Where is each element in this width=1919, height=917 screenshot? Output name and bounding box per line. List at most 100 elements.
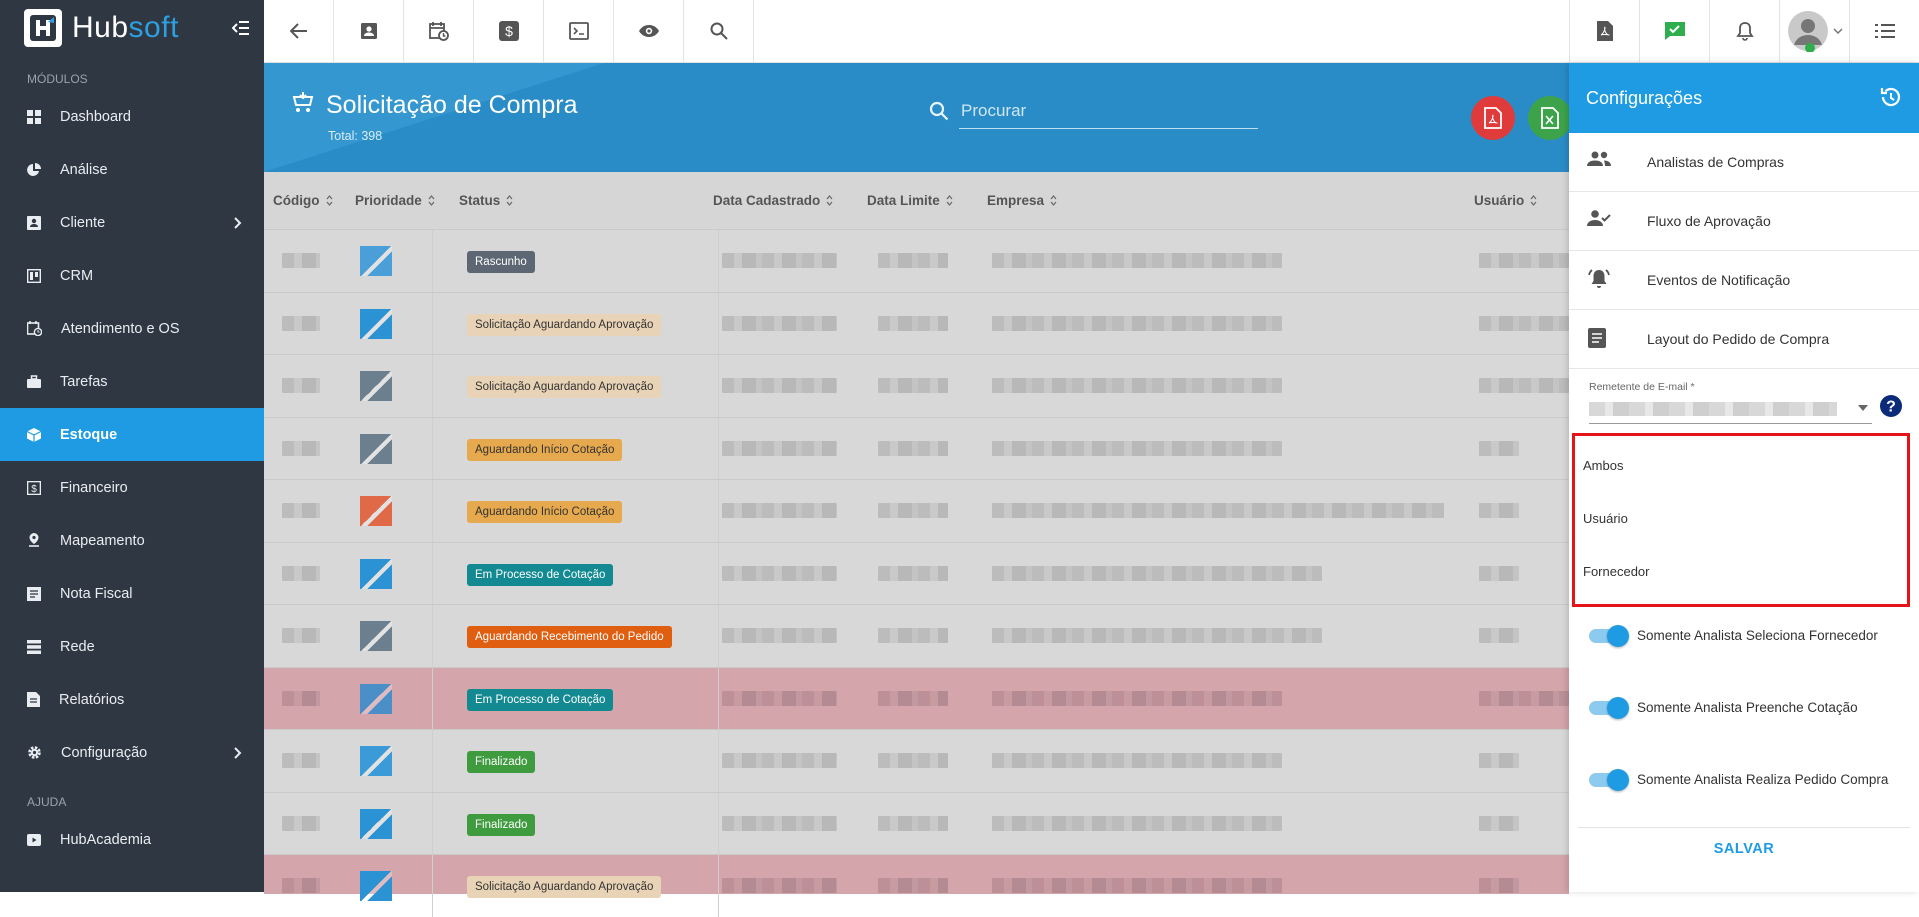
table-row[interactable]: Em Processo de Cotação: [264, 541, 1569, 605]
list-menu-button[interactable]: [1849, 0, 1919, 62]
table-row[interactable]: Solicitação Aguardando Aprovação: [264, 291, 1569, 355]
column-header-data-limite[interactable]: Data Limite: [867, 193, 953, 208]
sidebar-item-label: Configuração: [61, 744, 148, 761]
option-fornecedor[interactable]: Fornecedor: [1583, 564, 1649, 579]
sidebar-item-label: Cliente: [60, 214, 106, 231]
toggle-preenche-cotacao[interactable]: [1589, 696, 1629, 719]
search-icon: [710, 22, 728, 40]
section-modules: MÓDULOS: [27, 72, 88, 86]
toggle-row-preenche-cotacao: Somente Analista Preenche Cotação: [1589, 696, 1858, 719]
redacted-code: [282, 503, 320, 518]
sidebar-item-crm[interactable]: CRM: [0, 249, 264, 302]
table-row[interactable]: Finalizado: [264, 729, 1569, 792]
column-label: Prioridade: [355, 193, 422, 208]
redacted-date-limite: [878, 628, 948, 643]
sidebar-item-mapeamento[interactable]: Mapeamento: [0, 514, 264, 567]
sidebar-item-cliente[interactable]: Cliente: [0, 196, 264, 249]
export-excel-button[interactable]: [1528, 96, 1569, 140]
export-pdf-button[interactable]: [1471, 96, 1515, 140]
cell-divider: [718, 542, 719, 605]
redacted-date-limite: [878, 878, 948, 893]
column-header-usuario[interactable]: Usuário: [1474, 193, 1537, 208]
table-row[interactable]: Solicitação Aguardando Aprovação: [264, 354, 1569, 417]
sidebar-item-atendimento[interactable]: Atendimento e OS: [0, 302, 264, 355]
column-header-status[interactable]: Status: [459, 193, 513, 208]
search-button[interactable]: [684, 0, 754, 62]
money-icon: $: [27, 480, 41, 495]
dashboard-icon: [27, 109, 41, 124]
sidebar-item-financeiro[interactable]: $ Financeiro: [0, 461, 264, 514]
table-row[interactable]: Solicitação Aguardando Aprovação: [264, 854, 1569, 917]
back-button[interactable]: [264, 0, 334, 62]
sidebar-item-estoque[interactable]: Estoque: [0, 408, 264, 461]
table-row[interactable]: Aguardando Início Cotação: [264, 416, 1569, 480]
priority-indicator: [360, 683, 392, 714]
terminal-button[interactable]: [544, 0, 614, 62]
sidebar-item-rede[interactable]: Rede: [0, 620, 264, 673]
menu-fluxo-aprovacao[interactable]: Fluxo de Aprovação: [1569, 192, 1919, 251]
sidebar-item-relatorios[interactable]: Relatórios: [0, 673, 264, 726]
sidebar-item-label: Rede: [60, 638, 95, 655]
history-icon[interactable]: [1879, 85, 1903, 109]
table-row[interactable]: Aguardando Início Cotação: [264, 479, 1569, 542]
priority-indicator: [360, 308, 392, 339]
status-badge: Aguardando Início Cotação: [467, 501, 623, 523]
finance-button[interactable]: $: [474, 0, 544, 62]
chevron-right-icon: [234, 746, 242, 759]
column-header-data-cadastrado[interactable]: Data Cadastrado: [713, 193, 833, 208]
table-row[interactable]: Em Processo de Cotação: [264, 666, 1569, 730]
sidebar-item-nota-fiscal[interactable]: Nota Fiscal: [0, 567, 264, 620]
table-row[interactable]: Aguardando Recebimento do Pedido: [264, 604, 1569, 667]
redacted-empresa: [992, 440, 1282, 456]
menu-eventos-notificacao[interactable]: Eventos de Notificação: [1569, 251, 1919, 310]
save-button[interactable]: SALVAR: [1569, 841, 1919, 857]
priority-indicator: [360, 371, 392, 401]
email-sender-select[interactable]: Remetente de E-mail * ?: [1569, 369, 1919, 439]
sidebar-item-dashboard[interactable]: Dashboard: [0, 90, 264, 143]
sort-icon: [506, 195, 513, 206]
divider: [1578, 827, 1910, 828]
schedule-button[interactable]: [404, 0, 474, 62]
column-header-empresa[interactable]: Empresa: [987, 193, 1057, 208]
toggle-row-seleciona-fornecedor: Somente Analista Seleciona Fornecedor: [1589, 624, 1878, 647]
menu-analistas-compras[interactable]: Analistas de Compras: [1569, 133, 1919, 192]
redacted-empresa: [992, 565, 1322, 581]
sidebar-item-configuracao[interactable]: Configuração: [0, 726, 264, 779]
sort-icon: [826, 195, 833, 206]
cell-divider: [432, 605, 433, 667]
column-header-prioridade[interactable]: Prioridade: [355, 193, 435, 208]
sidebar-item-tarefas[interactable]: Tarefas: [0, 355, 264, 408]
option-ambos[interactable]: Ambos: [1583, 458, 1623, 473]
table-row[interactable]: Rascunho: [264, 229, 1569, 292]
logo[interactable]: Hubsoft: [0, 0, 264, 56]
status-badge: Aguardando Início Cotação: [467, 438, 623, 461]
messages-button[interactable]: [1639, 0, 1709, 62]
cell-divider: [432, 730, 433, 792]
view-button[interactable]: [614, 0, 684, 62]
user-menu-button[interactable]: [1779, 0, 1849, 62]
sidebar-item-label: HubAcademia: [60, 831, 152, 848]
priority-indicator: [360, 746, 392, 776]
column-header-codigo[interactable]: Código: [273, 193, 333, 208]
cell-divider: [432, 792, 433, 855]
sort-icon: [428, 195, 435, 206]
search-box: [929, 93, 1259, 129]
menu-layout-pedido[interactable]: Layout do Pedido de Compra: [1569, 310, 1919, 369]
toggle-realiza-pedido[interactable]: [1589, 768, 1629, 791]
contacts-button[interactable]: [334, 0, 404, 62]
pdf-button[interactable]: [1569, 0, 1639, 62]
svg-text:$: $: [31, 484, 37, 495]
sidebar-item-analise[interactable]: Análise: [0, 143, 264, 196]
calendar-clock-icon: [428, 21, 449, 41]
option-usuario[interactable]: Usuário: [1583, 511, 1628, 526]
table-row[interactable]: Finalizado: [264, 791, 1569, 855]
help-icon[interactable]: ?: [1879, 394, 1903, 418]
notifications-button[interactable]: [1709, 0, 1779, 62]
search-input[interactable]: [959, 93, 1258, 129]
redacted-date-cadastrado: [722, 878, 837, 893]
sidebar-item-hubacademia[interactable]: HubAcademia: [0, 813, 264, 866]
toggle-seleciona-fornecedor[interactable]: [1589, 624, 1629, 647]
collapse-menu-icon[interactable]: [232, 21, 250, 35]
hubsoft-logo-icon: [24, 9, 62, 47]
status-badge: Em Processo de Cotação: [467, 688, 614, 711]
